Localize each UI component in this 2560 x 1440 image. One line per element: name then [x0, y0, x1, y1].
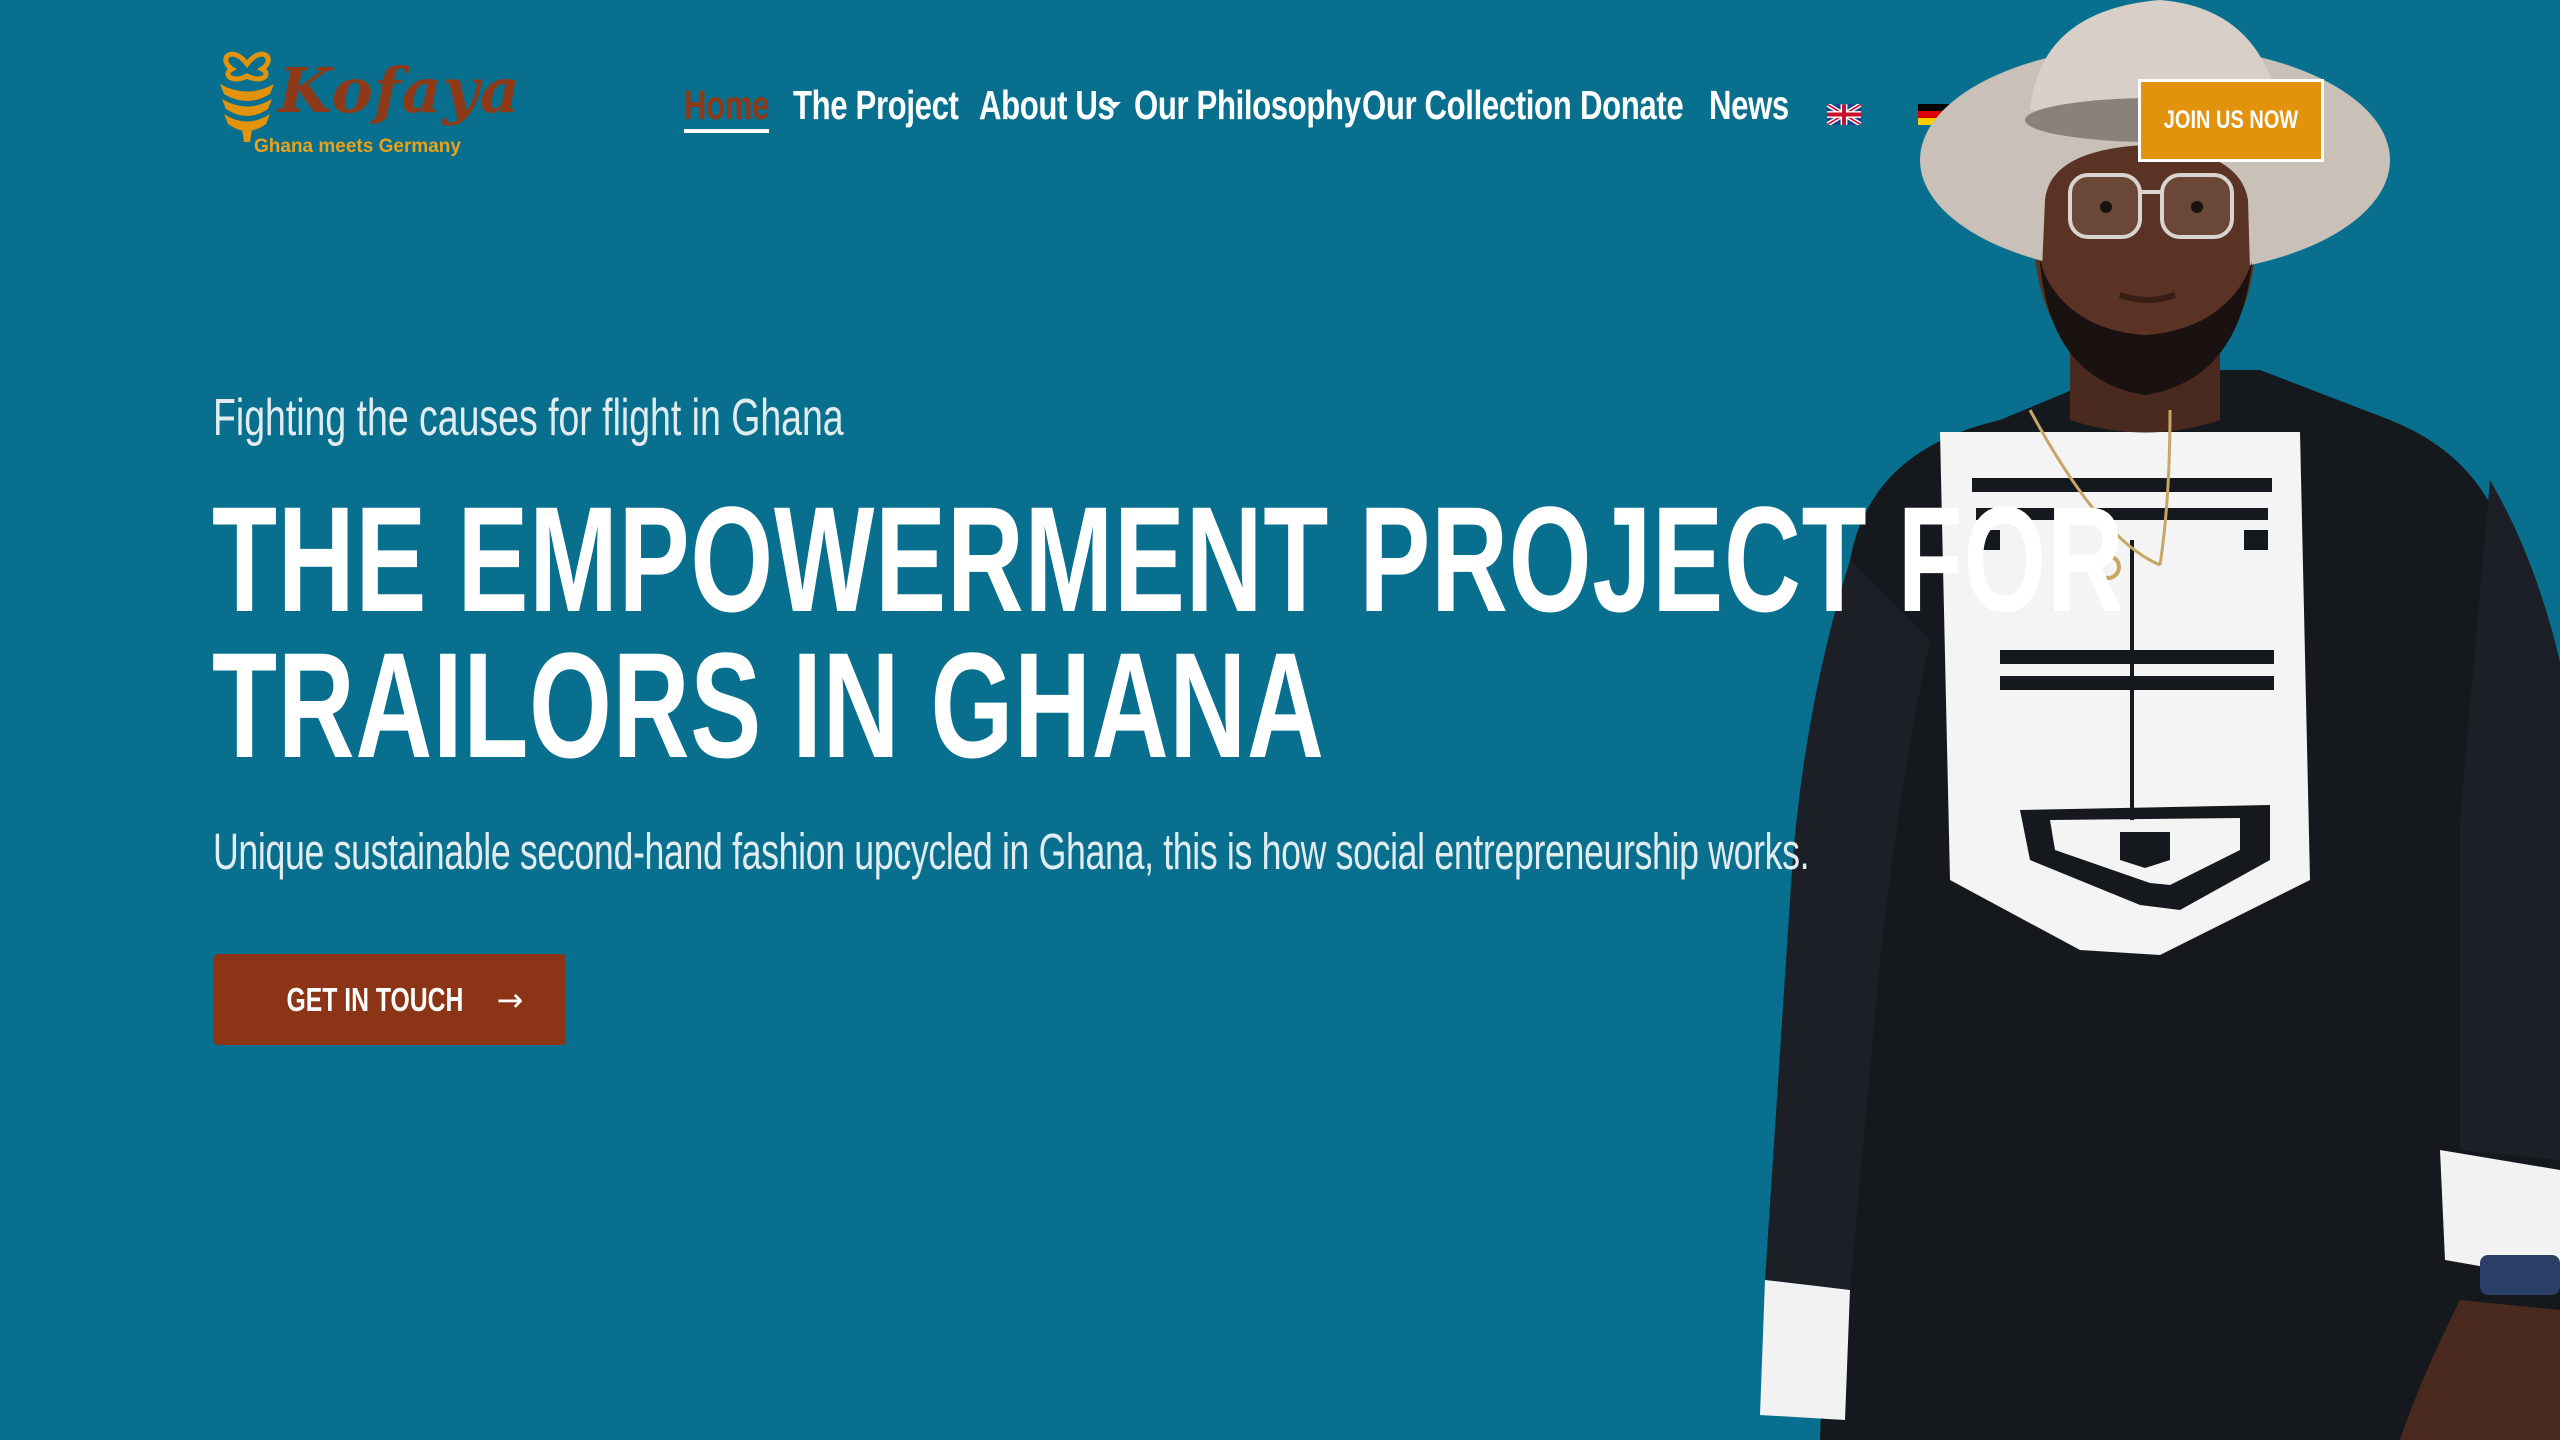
chevron-down-icon[interactable] — [1107, 102, 1121, 109]
page: Kofaya Ghana meets Germany Home The Proj… — [0, 0, 2560, 1440]
nav-item-the-project[interactable]: The Project — [793, 82, 959, 129]
hero-headline-line1: THE EMPOWERMENT PROJECT FOR — [212, 475, 2125, 643]
logo-tagline: Ghana meets Germany — [254, 136, 461, 157]
hero-subline: Unique sustainable second-hand fashion u… — [213, 823, 1810, 880]
nav-item-donate[interactable]: Donate — [1580, 82, 1684, 129]
join-us-button[interactable]: JOIN US NOW — [2138, 79, 2324, 162]
hero-eyebrow: Fighting the causes for flight in Ghana — [213, 389, 844, 447]
nav-item-our-philosophy[interactable]: Our Philosophy — [1134, 82, 1361, 129]
hero-headline-line2: TRAILORS IN GHANA — [212, 621, 1325, 789]
join-us-label: JOIN US NOW — [2163, 106, 2299, 134]
nav-item-home[interactable]: Home — [684, 82, 769, 129]
arrow-right-icon: → — [496, 980, 524, 1019]
logo-wordmark: Kofaya — [278, 54, 521, 127]
nav-item-our-collection[interactable]: Our Collection — [1362, 82, 1572, 129]
get-in-touch-label: GET IN TOUCH — [286, 980, 464, 1018]
get-in-touch-button[interactable]: GET IN TOUCH → — [214, 954, 566, 1045]
palm-ornament-icon — [220, 51, 274, 142]
hero-headline: THE EMPOWERMENT PROJECT FOR TRAILORS IN … — [212, 475, 2125, 789]
nav-item-about-us[interactable]: About Us — [979, 82, 1115, 129]
site-logo[interactable]: Kofaya Ghana meets Germany — [212, 44, 520, 164]
